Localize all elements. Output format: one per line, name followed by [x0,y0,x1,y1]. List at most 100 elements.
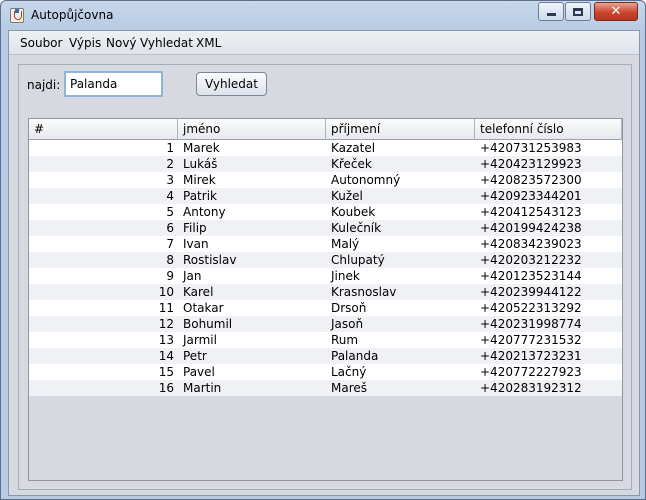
search-input[interactable] [64,71,163,97]
search-button[interactable]: Vyhledat [196,72,267,96]
cell-last-name: Autonomný [331,173,401,187]
cell-first-name: Ivan [183,237,209,251]
table-row[interactable]: 13 Jarmil Rum +420777231532 [29,332,622,348]
cell-last-name: Koubek [331,205,376,219]
minimize-icon [546,13,556,16]
menu-soubor[interactable]: Soubor [20,36,62,50]
minimize-button[interactable] [538,2,564,21]
table-row[interactable]: 2 Lukáš Křeček +420423129923 [29,156,622,172]
cell-phone: +420412543123 [480,205,582,219]
menu-xml[interactable]: XML [196,36,221,50]
cell-first-name: Lukáš [183,157,218,171]
cell-first-name: Pavel [183,365,215,379]
table-row[interactable]: 5 Antony Koubek +420412543123 [29,204,622,220]
cell-number: 2 [166,157,174,171]
cell-phone: +420123523144 [480,269,582,283]
cell-number: 1 [166,141,174,155]
cell-number: 10 [158,285,174,299]
cell-first-name: Jarmil [183,333,217,347]
cell-phone: +420199424238 [480,221,582,235]
cell-last-name: Křeček [331,157,372,171]
cell-phone: +420834239023 [480,237,582,251]
table-row[interactable]: 10 Karel Krasnoslav +420239944122 [29,284,622,300]
cell-last-name: Lačný [331,365,367,379]
cell-first-name: Filip [183,221,207,235]
cell-first-name: Marek [183,141,220,155]
menu-vypis[interactable]: Výpis [69,36,101,50]
cell-number: 6 [166,221,174,235]
table-row[interactable]: 15 Pavel Lačný +420772227923 [29,364,622,380]
cell-number: 11 [158,301,174,315]
table-row[interactable]: 4 Patrik Kužel +420923344201 [29,188,622,204]
window-title: Autopůjčovna [31,8,114,22]
cell-phone: +420923344201 [480,189,582,203]
java-cup-icon [10,8,24,23]
column-header-first-name[interactable]: jméno [178,119,326,140]
table-row[interactable]: 3 Mirek Autonomný +420823572300 [29,172,622,188]
table-row[interactable]: 11 Otakar Drsoň +420522313292 [29,300,622,316]
cell-first-name: Jan [183,269,202,283]
menu-vyhledat[interactable]: Vyhledat [140,36,193,50]
cell-phone: +420823572300 [480,173,582,187]
cell-last-name: Drsoň [331,301,367,315]
cell-phone: +420283192312 [480,381,582,395]
cell-last-name: Jasoň [331,317,364,331]
cell-first-name: Karel [183,285,214,299]
cell-number: 12 [158,317,174,331]
cell-phone: +420213723231 [480,349,582,363]
cell-phone: +420239944122 [480,285,582,299]
table-row[interactable]: 1 Marek Kazatel +420731253983 [29,140,622,156]
cell-last-name: Mareš [331,381,368,395]
cell-number: 9 [166,269,174,283]
cell-phone: +420777231532 [480,333,582,347]
cell-last-name: Kazatel [331,141,376,155]
cell-first-name: Martin [183,381,222,395]
title-bar[interactable]: Autopůjčovna ✕ [1,1,645,29]
cell-number: 3 [166,173,174,187]
content-area: Soubor Výpis Nový Vyhledat XML najdi: Vy… [8,30,640,496]
app-window: Autopůjčovna ✕ Soubor Výpis Nový Vyhleda… [0,0,646,500]
table-row[interactable]: 12 Bohumil Jasoň +420231998774 [29,316,622,332]
table-row[interactable]: 16 Martin Mareš +420283192312 [29,380,622,396]
cell-first-name: Mirek [183,173,216,187]
cell-phone: +420522313292 [480,301,582,315]
cell-first-name: Patrik [183,189,217,203]
table-row[interactable]: 6 Filip Kulečník +420199424238 [29,220,622,236]
table-row[interactable]: 9 Jan Jinek +420123523144 [29,268,622,284]
main-panel: najdi: Vyhledat # jméno příjmení telefon… [18,64,632,490]
close-icon: ✕ [610,4,622,19]
cell-phone: +420423129923 [480,157,582,171]
cell-first-name: Otakar [183,301,224,315]
cell-last-name: Palanda [331,349,379,363]
table-header: # jméno příjmení telefonní číslo [29,119,622,140]
cell-last-name: Krasnoslav [331,285,397,299]
cell-last-name: Kužel [331,189,363,203]
cell-phone: +420203212232 [480,253,582,267]
cell-number: 8 [166,253,174,267]
column-header-phone[interactable]: telefonní číslo [475,119,622,140]
table-row[interactable]: 14 Petr Palanda +420213723231 [29,348,622,364]
cell-last-name: Malý [331,237,360,251]
maximize-button[interactable] [565,2,591,21]
cell-first-name: Bohumil [183,317,233,331]
customers-table[interactable]: # jméno příjmení telefonní číslo 1 Marek K… [28,118,623,481]
cell-number: 16 [158,381,174,395]
cell-first-name: Rostislav [183,253,237,267]
close-button[interactable]: ✕ [594,2,638,21]
column-header-number[interactable]: # [29,119,178,140]
cell-number: 7 [166,237,174,251]
cell-first-name: Petr [183,349,207,363]
table-row[interactable]: 8 Rostislav Chlupatý +420203212232 [29,252,622,268]
cell-last-name: Rum [331,333,359,347]
cell-number: 4 [166,189,174,203]
cell-phone: +420731253983 [480,141,582,155]
menu-novy[interactable]: Nový [106,36,137,50]
cell-last-name: Jinek [331,269,360,283]
search-label: najdi: [27,78,61,92]
cell-last-name: Chlupatý [331,253,385,267]
table-row[interactable]: 7 Ivan Malý +420834239023 [29,236,622,252]
cell-number: 14 [158,349,174,363]
cell-number: 5 [166,205,174,219]
column-header-last-name[interactable]: příjmení [326,119,475,140]
cell-phone: +420772227923 [480,365,582,379]
